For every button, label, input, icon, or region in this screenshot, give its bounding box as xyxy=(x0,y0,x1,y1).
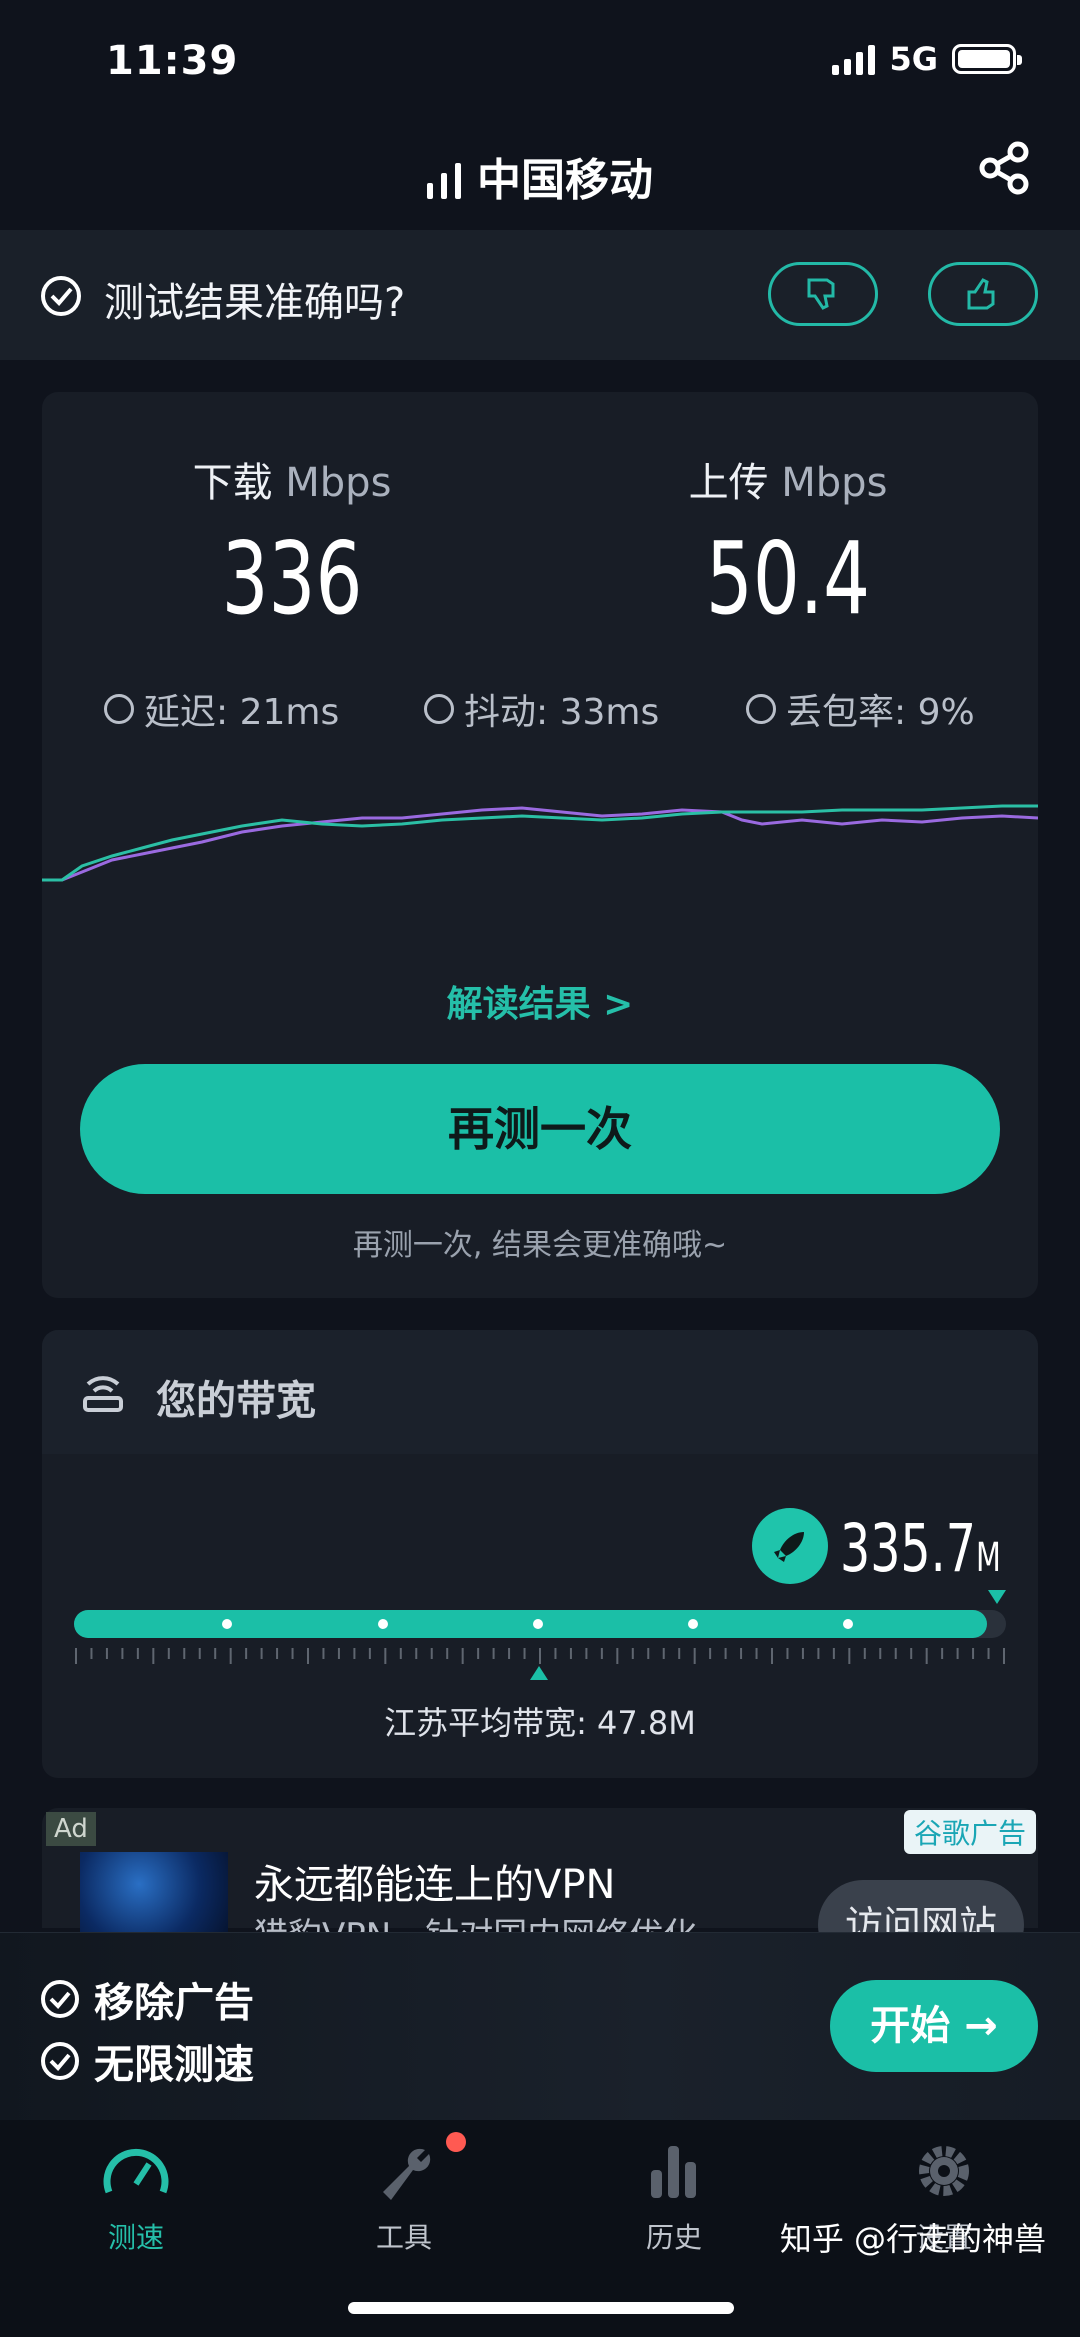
download-value: 336 xyxy=(221,520,363,637)
status-indicators: 5G xyxy=(832,40,1022,78)
start-premium-button[interactable]: 开始 → xyxy=(830,1980,1038,2072)
rocket-icon xyxy=(752,1508,828,1584)
promo-item-remove-ads: 移除广告 xyxy=(40,1970,254,2028)
thumbs-up-button[interactable] xyxy=(928,262,1038,326)
upload-label: 上传 Mbps xyxy=(688,460,888,506)
bar-chart-icon xyxy=(651,2146,696,2198)
bar-dot xyxy=(843,1619,853,1629)
promo-item-unlimited-tests: 无限测速 xyxy=(40,2032,254,2090)
router-icon xyxy=(83,1376,123,1412)
ad-title[interactable]: 永远都能连上的VPN xyxy=(254,1852,615,1910)
nav-label: 工具 xyxy=(375,2221,432,2254)
ad-image[interactable] xyxy=(80,1852,228,1932)
interpret-results-link[interactable]: 解读结果 > xyxy=(0,975,1080,1027)
wrench-icon xyxy=(383,2148,431,2200)
battery-icon xyxy=(952,44,1022,74)
retest-hint: 再测一次, 结果会更准确哦~ xyxy=(352,1228,728,1263)
notification-badge xyxy=(446,2132,466,2152)
packet-loss-stat: 丢包率: 9% xyxy=(746,683,975,735)
speed-graph xyxy=(42,804,1038,882)
average-marker xyxy=(530,1666,548,1680)
thumbs-down-button[interactable] xyxy=(768,262,878,326)
nav-tab-tools[interactable]: 工具 xyxy=(304,2140,504,2256)
watermark: 知乎 @行走的神兽 xyxy=(779,2220,1046,2258)
bandwidth-scale xyxy=(75,1648,1005,1664)
jitter-text: 抖动: 33ms xyxy=(464,692,660,733)
latency-text: 延迟: 21ms xyxy=(144,692,340,733)
carrier-signal-icon xyxy=(427,161,461,199)
retest-button[interactable]: 再测一次 xyxy=(80,1064,1000,1194)
average-bandwidth-text: 江苏平均带宽: 47.8M xyxy=(384,1704,696,1742)
check-circle-icon xyxy=(41,276,81,316)
promo-item-label: 移除广告 xyxy=(94,1980,254,2026)
latency-stat: 延迟: 21ms xyxy=(104,683,339,735)
thumbs-up-icon xyxy=(967,278,995,310)
packet-loss-text: 丢包率: 9% xyxy=(786,692,975,733)
packet-loss-icon xyxy=(746,694,776,724)
upload-speed-line xyxy=(42,806,1038,882)
speedometer-icon xyxy=(103,2148,169,2194)
bar-dot xyxy=(222,1619,232,1629)
bandwidth-title: 您的带宽 xyxy=(156,1378,316,1424)
share-icon[interactable] xyxy=(976,140,1032,196)
signal-icon xyxy=(832,43,876,75)
feedback-question: 测试结果准确吗? xyxy=(104,280,406,326)
home-indicator[interactable] xyxy=(348,2302,734,2314)
nav-label: 历史 xyxy=(645,2221,702,2254)
jitter-stat: 抖动: 33ms xyxy=(424,683,659,735)
nav-tab-speedtest[interactable]: 测速 xyxy=(36,2140,236,2256)
carrier-title: 中国移动 xyxy=(0,144,1080,208)
bandwidth-value: 335.7M xyxy=(840,1510,1001,1587)
ad-provider-badge: 谷歌广告 xyxy=(903,1810,1036,1854)
gear-icon xyxy=(919,2146,969,2196)
ad-tag: Ad xyxy=(46,1812,96,1846)
carrier-name: 中国移动 xyxy=(477,155,653,206)
bar-dot xyxy=(688,1619,698,1629)
jitter-icon xyxy=(424,694,454,724)
status-time: 11:39 xyxy=(106,38,239,84)
check-circle-icon xyxy=(41,1980,79,2018)
nav-label: 测速 xyxy=(107,2221,164,2254)
latency-icon xyxy=(104,694,134,724)
download-label: 下载 Mbps xyxy=(192,460,392,506)
bar-dot xyxy=(533,1619,543,1629)
bandwidth-marker xyxy=(988,1590,1006,1604)
nav-tab-history[interactable]: 历史 xyxy=(574,2140,774,2256)
network-type: 5G xyxy=(889,40,938,78)
thumbs-down-icon xyxy=(807,278,835,310)
check-circle-icon xyxy=(41,2042,79,2080)
promo-item-label: 无限测速 xyxy=(94,2042,254,2088)
upload-value: 50.4 xyxy=(705,520,871,637)
bar-dot xyxy=(378,1619,388,1629)
